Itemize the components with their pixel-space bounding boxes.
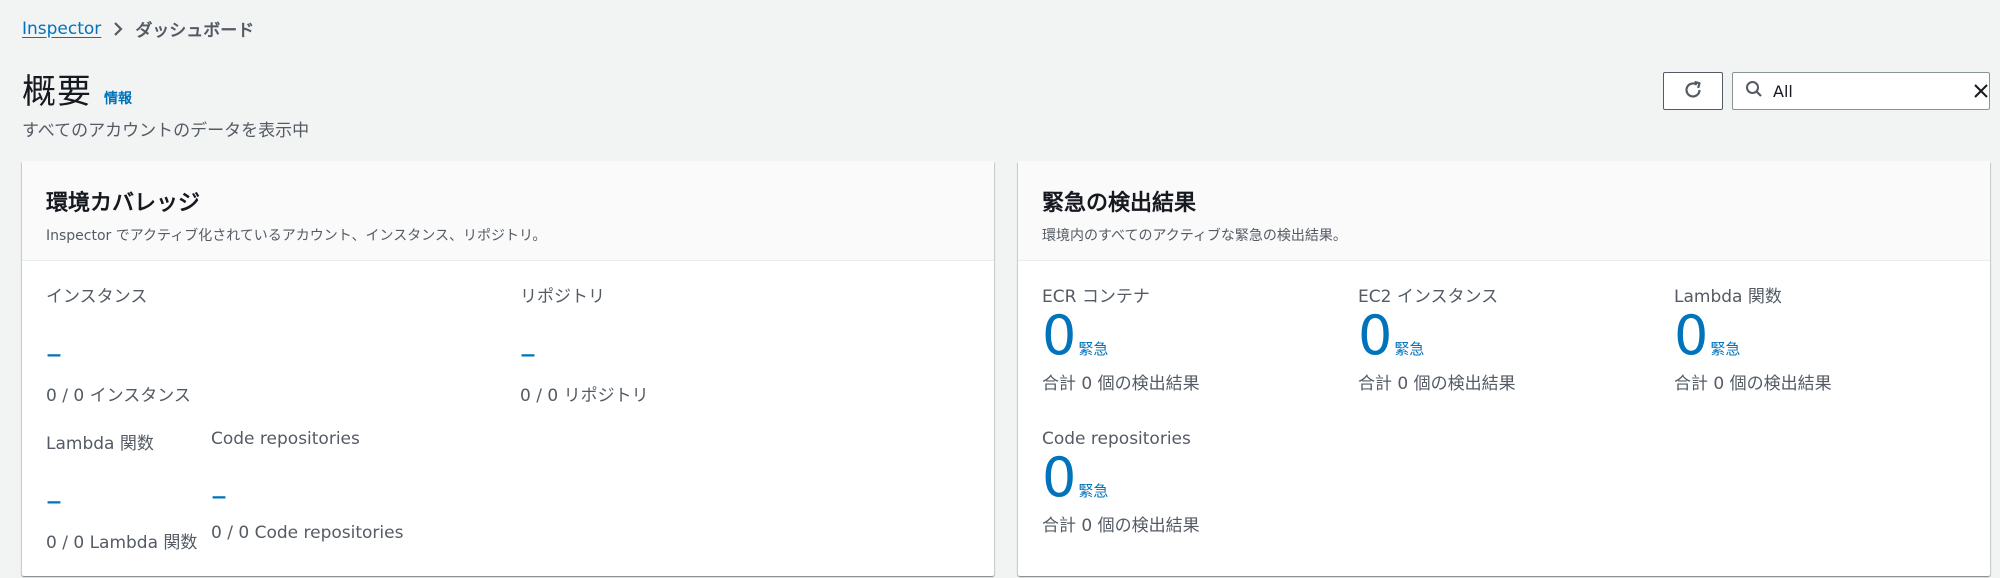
finding-lambda-functions: Lambda 関数 0 緊急 合計 0 個の検出結果 bbox=[1674, 282, 1832, 394]
stat-value: – bbox=[46, 334, 62, 372]
stat-subtext: 0 / 0 リポジトリ bbox=[520, 386, 649, 406]
finding-count-link[interactable]: 0 緊急 bbox=[1042, 451, 1200, 509]
finding-severity[interactable]: 緊急 bbox=[1078, 338, 1108, 359]
page-header: 概要 情報 bbox=[22, 64, 132, 113]
finding-ecr-containers: ECR コンテナ 0 緊急 合計 0 個の検出結果 bbox=[1042, 282, 1200, 394]
card-header: 緊急の検出結果 環境内のすべてのアクティブな緊急の検出結果。 bbox=[1018, 161, 1990, 261]
page-title: 概要 bbox=[22, 72, 92, 112]
finding-code-repositories: Code repositories 0 緊急 合計 0 個の検出結果 bbox=[1042, 429, 1200, 536]
finding-count[interactable]: 0 bbox=[1674, 309, 1708, 363]
finding-count-link[interactable]: 0 緊急 bbox=[1042, 309, 1200, 367]
stat-subtext: 0 / 0 インスタンス bbox=[46, 386, 191, 406]
close-icon[interactable] bbox=[1973, 73, 1989, 109]
dashboard-page: Inspector ダッシュボード 概要 情報 すべてのアカウントのデータを表示… bbox=[0, 0, 2000, 578]
coverage-stat-instances: インスタンス – 0 / 0 インスタンス bbox=[46, 282, 191, 406]
finding-total: 合計 0 個の検出結果 bbox=[1042, 374, 1200, 394]
refresh-icon bbox=[1682, 79, 1704, 104]
finding-total: 合計 0 個の検出結果 bbox=[1358, 374, 1516, 394]
search-icon bbox=[1745, 80, 1763, 102]
coverage-stat-lambda: Lambda 関数 – 0 / 0 Lambda 関数 bbox=[46, 429, 197, 553]
card-title: 環境カバレッジ bbox=[46, 191, 201, 216]
finding-total: 合計 0 個の検出結果 bbox=[1042, 516, 1200, 536]
finding-severity[interactable]: 緊急 bbox=[1394, 338, 1424, 359]
card-title: 緊急の検出結果 bbox=[1042, 191, 1197, 216]
finding-count-link[interactable]: 0 緊急 bbox=[1674, 309, 1832, 367]
stat-value: – bbox=[520, 334, 536, 372]
page-subtitle: すべてのアカウントのデータを表示中 bbox=[22, 121, 310, 141]
refresh-button[interactable] bbox=[1663, 72, 1723, 110]
stat-label: Code repositories bbox=[211, 429, 360, 449]
coverage-stat-code-repositories: Code repositories – 0 / 0 Code repositor… bbox=[211, 429, 403, 543]
breadcrumb: Inspector ダッシュボード bbox=[22, 16, 255, 42]
stat-label: Lambda 関数 bbox=[46, 434, 154, 454]
card-description: Inspector でアクティブ化されているアカウント、インスタンス、リポジトリ… bbox=[46, 228, 547, 244]
stat-value: – bbox=[46, 481, 62, 519]
breadcrumb-inspector-link[interactable]: Inspector bbox=[22, 19, 101, 39]
stat-subtext: 0 / 0 Code repositories bbox=[211, 523, 404, 543]
card-header: 環境カバレッジ Inspector でアクティブ化されているアカウント、インスタ… bbox=[22, 161, 994, 261]
account-filter-search[interactable] bbox=[1732, 72, 1990, 110]
finding-count-link[interactable]: 0 緊急 bbox=[1358, 309, 1516, 367]
stat-label: リポジトリ bbox=[520, 287, 605, 307]
finding-count[interactable]: 0 bbox=[1042, 451, 1076, 505]
finding-count[interactable]: 0 bbox=[1358, 309, 1392, 363]
coverage-stat-repositories: リポジトリ – 0 / 0 リポジトリ bbox=[520, 282, 649, 406]
stat-value: – bbox=[211, 476, 227, 514]
critical-findings-card: 緊急の検出結果 環境内のすべてのアクティブな緊急の検出結果。 ECR コンテナ … bbox=[1018, 161, 1990, 576]
breadcrumb-current: ダッシュボード bbox=[135, 21, 255, 41]
finding-count[interactable]: 0 bbox=[1042, 309, 1076, 363]
stat-subtext: 0 / 0 Lambda 関数 bbox=[46, 533, 198, 553]
environment-coverage-card: 環境カバレッジ Inspector でアクティブ化されているアカウント、インスタ… bbox=[22, 161, 994, 576]
finding-severity[interactable]: 緊急 bbox=[1710, 338, 1740, 359]
finding-severity[interactable]: 緊急 bbox=[1078, 480, 1108, 501]
stat-label: インスタンス bbox=[46, 287, 148, 307]
finding-total: 合計 0 個の検出結果 bbox=[1674, 374, 1832, 394]
search-input[interactable] bbox=[1773, 81, 1973, 101]
chevron-right-icon bbox=[101, 18, 135, 40]
info-link[interactable]: 情報 bbox=[104, 88, 132, 108]
card-description: 環境内のすべてのアクティブな緊急の検出結果。 bbox=[1042, 228, 1347, 244]
finding-ec2-instances: EC2 インスタンス 0 緊急 合計 0 個の検出結果 bbox=[1358, 282, 1516, 394]
